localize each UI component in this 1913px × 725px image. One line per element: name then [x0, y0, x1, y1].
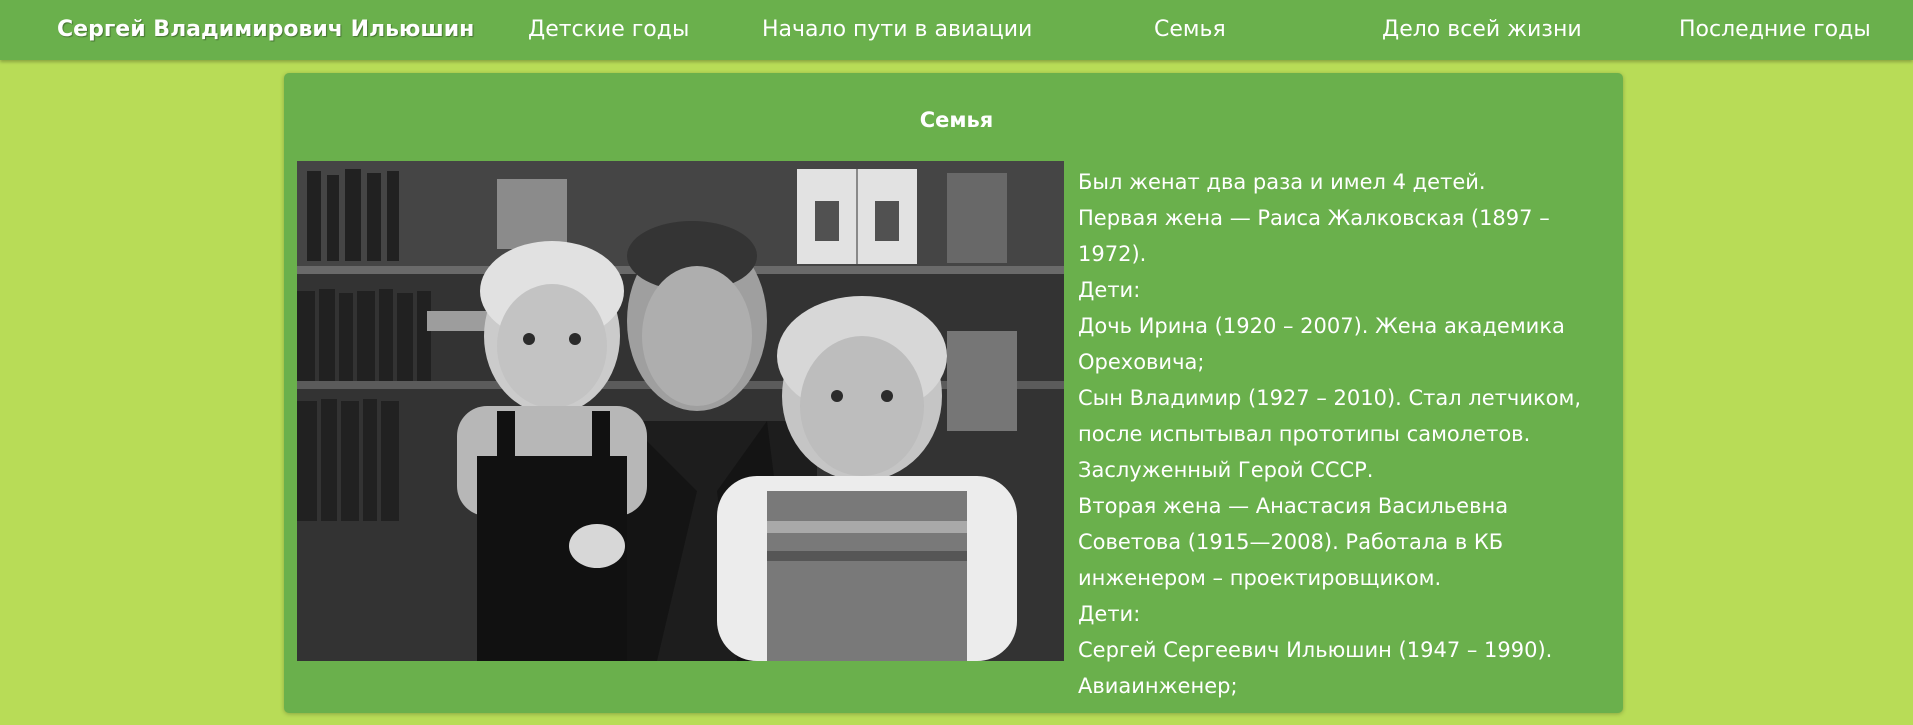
family-photo: [297, 161, 1064, 661]
text-line: после испытывал прототипы самолетов.: [1078, 422, 1531, 446]
nav-item-family[interactable]: Семья: [1154, 0, 1226, 60]
nav-item-childhood[interactable]: Детские годы: [528, 0, 689, 60]
text-line: Советова (1915—2008). Работала в КБ: [1078, 530, 1504, 554]
text-line: Ореховича;: [1078, 350, 1205, 374]
text-line: инженером – проектировщиком.: [1078, 566, 1442, 590]
text-line: Дети:: [1078, 602, 1141, 626]
text-line: Авиаинженер;: [1078, 674, 1238, 698]
text-line: Первая жена — Раиса Жалковская (1897 –: [1078, 206, 1550, 230]
text-line: 1972).: [1078, 242, 1147, 266]
nav-item-aviation-start[interactable]: Начало пути в авиации: [762, 0, 1032, 60]
text-line: Дети:: [1078, 278, 1141, 302]
text-line: Сергей Сергеевич Ильюшин (1947 – 1990).: [1078, 638, 1553, 662]
text-line: Дочь Ирина (1920 – 2007). Жена академика: [1078, 314, 1565, 338]
text-line: Был женат два раза и имел 4 детей.: [1078, 170, 1486, 194]
nav-item-last-years[interactable]: Последние годы: [1679, 0, 1871, 60]
section-title: Семья: [919, 108, 994, 132]
text-line: Сын Владимир (1927 – 2010). Стал летчико…: [1078, 386, 1582, 410]
nav-brand-link[interactable]: Сергей Владимирович Ильюшин: [57, 0, 474, 60]
family-text: Был женат два раза и имел 4 детей. Перва…: [1078, 164, 1618, 704]
nav-item-life-work[interactable]: Дело всей жизни: [1382, 0, 1582, 60]
text-line: Вторая жена — Анастасия Васильевна: [1078, 494, 1509, 518]
top-navbar: Сергей Владимирович Ильюшин Детские годы…: [0, 0, 1913, 60]
text-line: Заслуженный Герой СССР.: [1078, 458, 1374, 482]
